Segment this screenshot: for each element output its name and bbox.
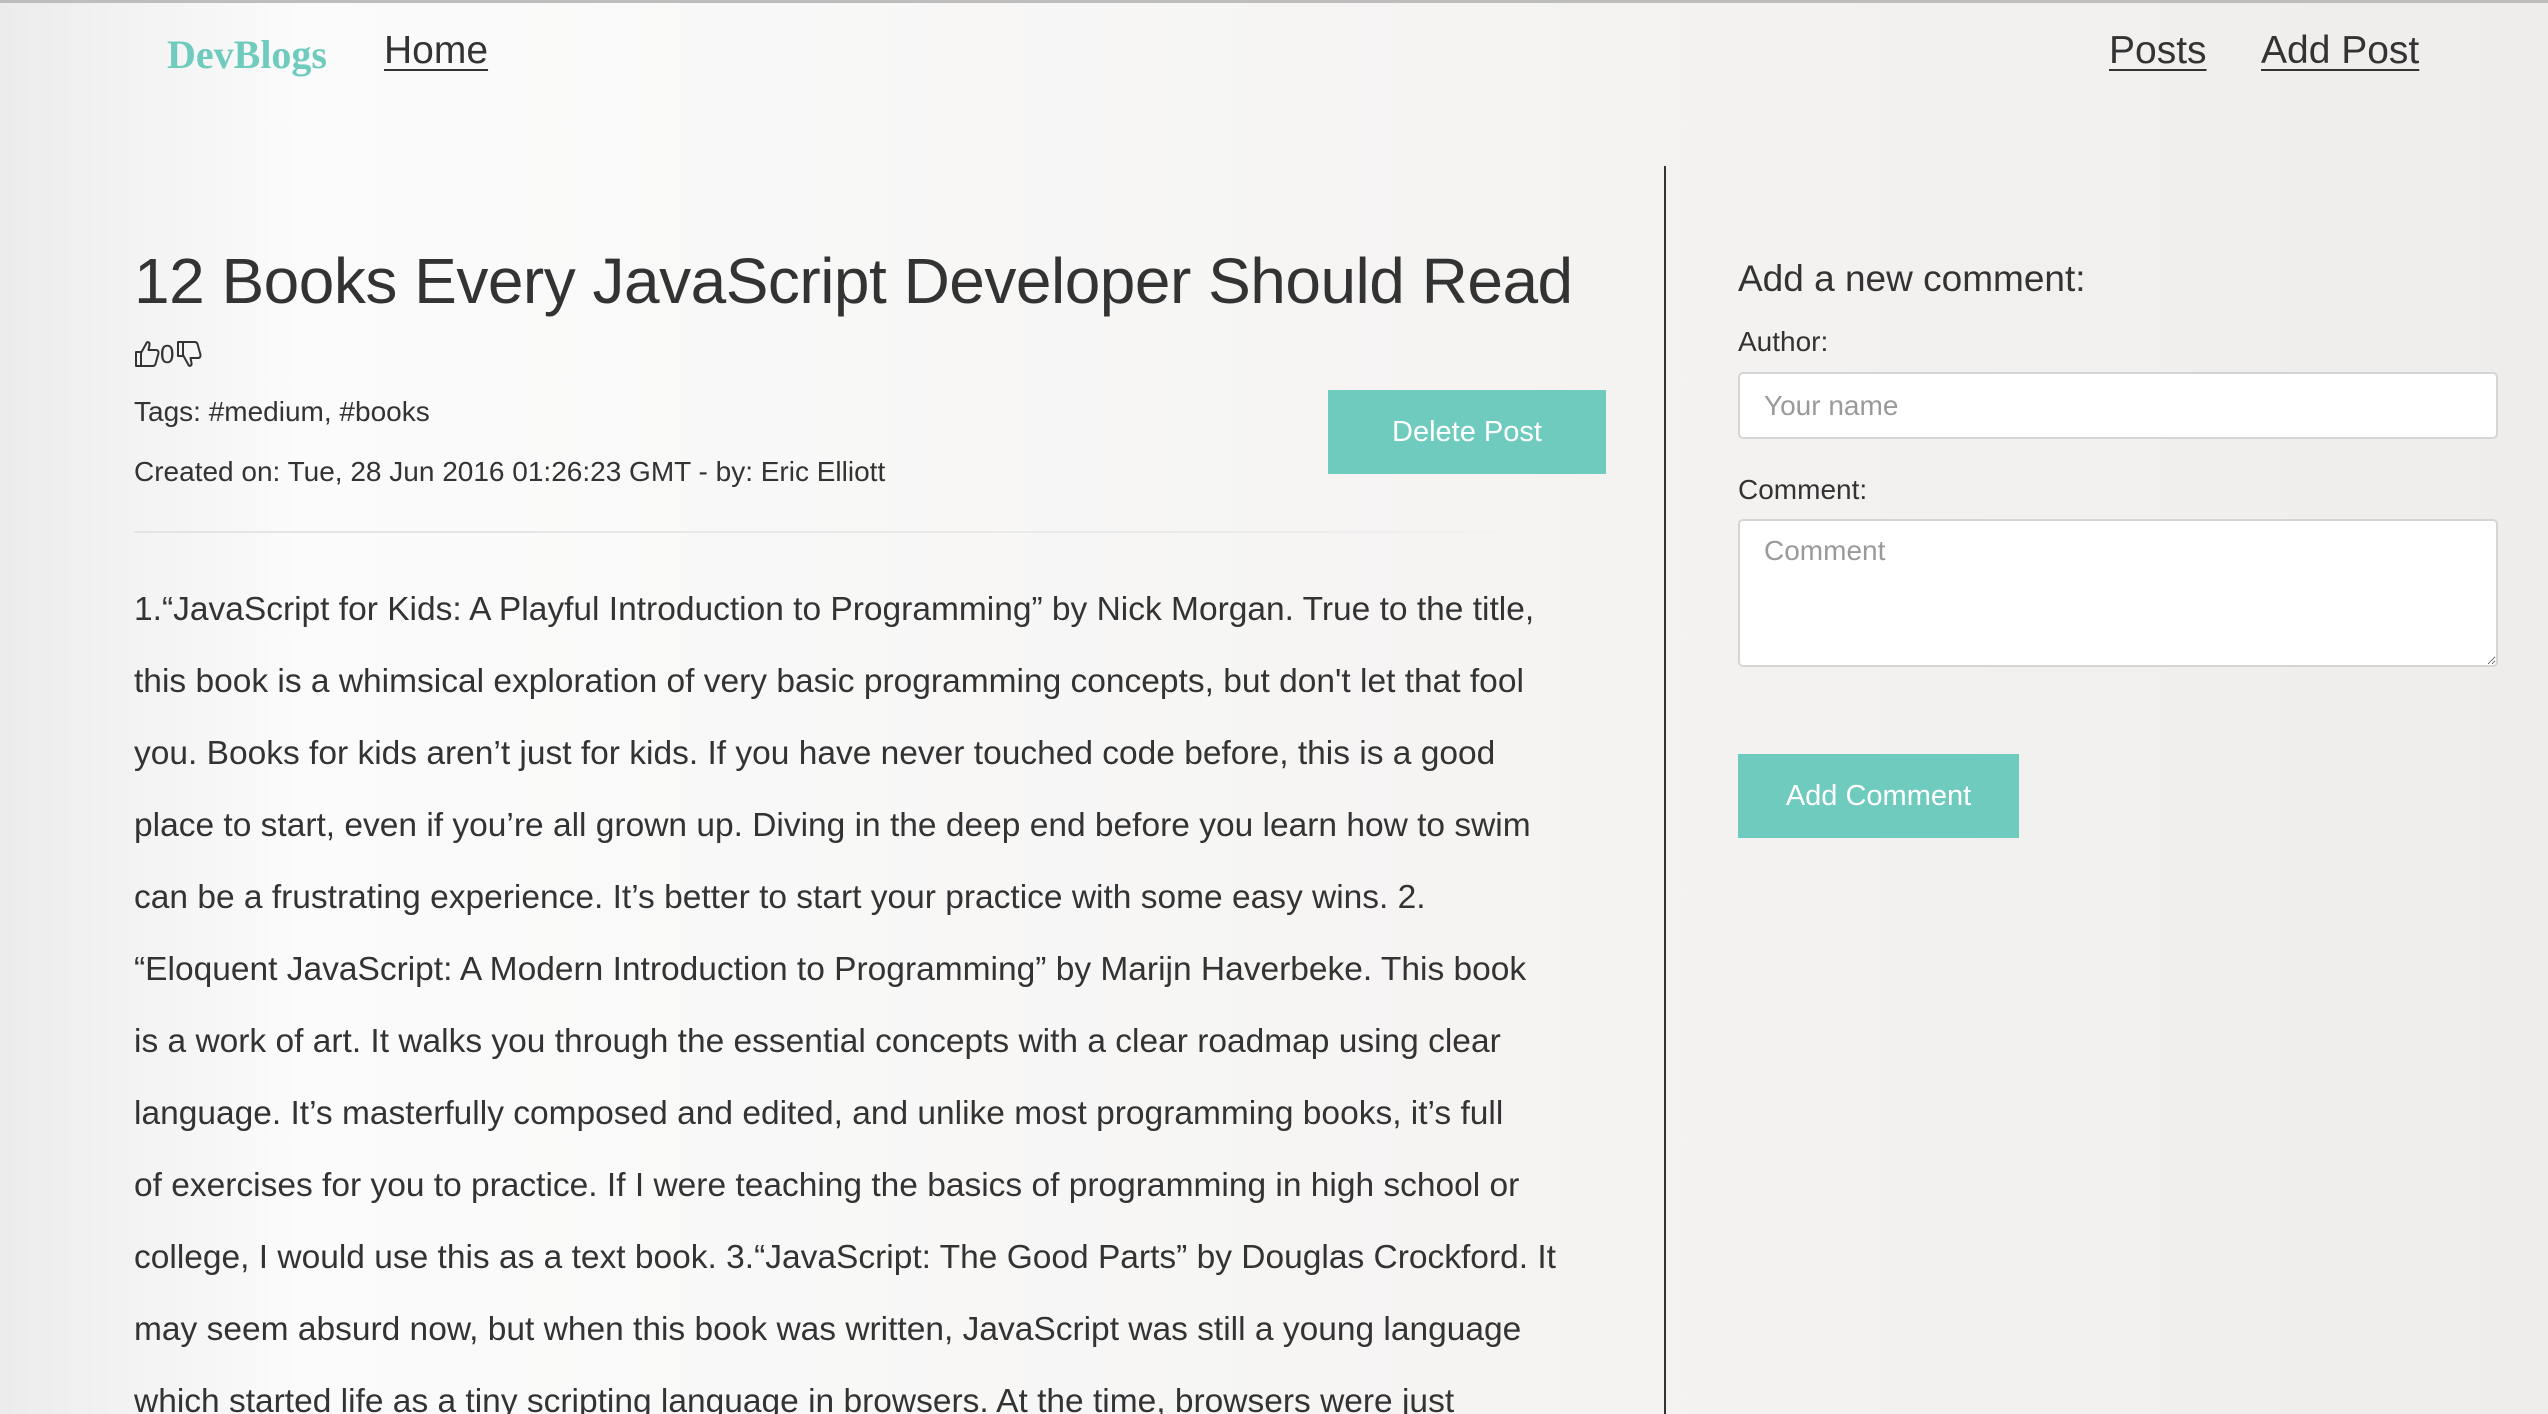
- vote-controls: 0: [134, 336, 203, 372]
- nav-home-link[interactable]: Home: [384, 29, 488, 73]
- thumbs-up-icon[interactable]: [134, 340, 160, 368]
- post-body-line: which started life as a tiny scripting l…: [134, 1383, 1455, 1414]
- post-body: 1.“JavaScript for Kids: A Playful Introd…: [134, 574, 1616, 1414]
- add-comment-button[interactable]: Add Comment: [1738, 754, 2019, 838]
- post-body-line: college, I would use this as a text book…: [134, 1239, 1556, 1276]
- post-body-line: you. Books for kids aren’t just for kids…: [134, 735, 1496, 772]
- comment-label: Comment:: [1738, 474, 1868, 505]
- post-body-line: “Eloquent JavaScript: A Modern Introduct…: [134, 951, 1527, 988]
- comment-form-heading: Add a new comment:: [1738, 258, 2086, 299]
- post-created-info: Created on: Tue, 28 Jun 2016 01:26:23 GM…: [134, 456, 886, 487]
- post-body-line: may seem absurd now, but when this book …: [134, 1311, 1522, 1348]
- nav-posts-link[interactable]: Posts: [2109, 29, 2207, 73]
- post-body-line: is a work of art. It walks you through t…: [134, 1023, 1501, 1060]
- nav-add-post-link[interactable]: Add Post: [2261, 29, 2419, 73]
- brand-logo-link[interactable]: DevBlogs: [167, 31, 327, 78]
- post-body-line: language. It’s masterfully composed and …: [134, 1095, 1504, 1132]
- navbar: DevBlogs Home Posts Add Post: [0, 3, 2548, 108]
- vote-count: 0: [160, 338, 175, 369]
- author-label: Author:: [1738, 326, 1829, 357]
- post-divider: [134, 531, 1544, 533]
- post-tags: Tags: #medium, #books: [134, 396, 430, 427]
- column-separator: [1664, 166, 1666, 1414]
- delete-post-button[interactable]: Delete Post: [1328, 390, 1606, 474]
- post-body-line: can be a frustrating experience. It’s be…: [134, 879, 1426, 916]
- post-body-line: place to start, even if you’re all grown…: [134, 807, 1531, 844]
- comment-textarea[interactable]: [1738, 519, 2498, 667]
- post-body-line: of exercises for you to practice. If I w…: [134, 1167, 1520, 1204]
- post-body-line: this book is a whimsical exploration of …: [134, 663, 1524, 700]
- post-title: 12 Books Every JavaScript Developer Shou…: [134, 245, 1573, 317]
- author-input[interactable]: [1738, 372, 2498, 439]
- post-body-line: 1.“JavaScript for Kids: A Playful Introd…: [134, 591, 1535, 628]
- thumbs-down-icon[interactable]: [176, 340, 203, 368]
